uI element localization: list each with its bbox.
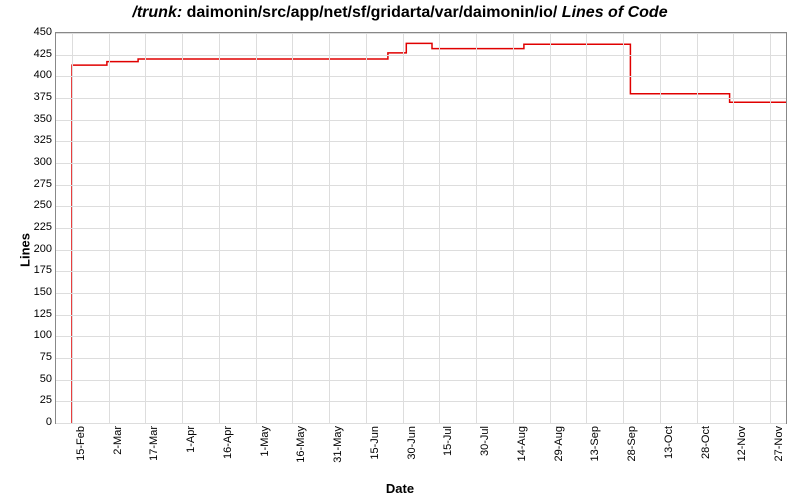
gridline-h — [56, 358, 786, 359]
y-tick-label: 25 — [8, 394, 52, 406]
gridline-v — [403, 33, 404, 423]
y-tick-label: 350 — [8, 113, 52, 125]
gridline-v — [550, 33, 551, 423]
x-tick-label: 1-Apr — [185, 426, 197, 453]
gridline-h — [56, 336, 786, 337]
y-tick-label: 200 — [8, 243, 52, 255]
x-tick-label: 28-Sep — [626, 426, 638, 461]
y-tick-label: 400 — [8, 69, 52, 81]
gridline-h — [56, 206, 786, 207]
title-prefix: /trunk: — [132, 4, 186, 21]
y-tick-label: 75 — [8, 351, 52, 363]
gridline-h — [56, 185, 786, 186]
gridline-v — [660, 33, 661, 423]
gridline-h — [56, 141, 786, 142]
gridline-v — [109, 33, 110, 423]
x-tick-label: 27-Nov — [773, 426, 785, 461]
gridline-h — [56, 55, 786, 56]
series-line — [72, 43, 786, 423]
y-tick-label: 300 — [8, 156, 52, 168]
gridline-v — [733, 33, 734, 423]
gridline-v — [476, 33, 477, 423]
gridline-v — [513, 33, 514, 423]
y-tick-label: 250 — [8, 199, 52, 211]
x-tick-label: 16-Apr — [222, 426, 234, 459]
gridline-h — [56, 271, 786, 272]
gridline-v — [439, 33, 440, 423]
gridline-v — [292, 33, 293, 423]
gridline-h — [56, 98, 786, 99]
y-tick-label: 125 — [8, 308, 52, 320]
gridline-v — [697, 33, 698, 423]
y-tick-label: 450 — [8, 26, 52, 38]
gridline-v — [256, 33, 257, 423]
gridline-v — [329, 33, 330, 423]
chart-title: /trunk: daimonin/src/app/net/sf/gridarta… — [0, 4, 800, 22]
plot-area — [55, 32, 787, 424]
x-tick-label: 29-Aug — [553, 426, 565, 461]
y-tick-label: 425 — [8, 48, 52, 60]
gridline-v — [182, 33, 183, 423]
gridline-v — [366, 33, 367, 423]
y-tick-label: 225 — [8, 221, 52, 233]
x-tick-label: 31-May — [332, 426, 344, 463]
x-tick-label: 13-Oct — [663, 426, 675, 459]
x-tick-label: 15-Jul — [442, 426, 454, 456]
gridline-h — [56, 33, 786, 34]
x-tick-label: 17-Mar — [148, 426, 160, 461]
gridline-v — [586, 33, 587, 423]
y-tick-label: 50 — [8, 373, 52, 385]
gridline-v — [219, 33, 220, 423]
gridline-v — [145, 33, 146, 423]
x-tick-label: 12-Nov — [736, 426, 748, 461]
gridline-v — [770, 33, 771, 423]
gridline-h — [56, 163, 786, 164]
gridline-h — [56, 423, 786, 424]
y-tick-label: 100 — [8, 329, 52, 341]
gridline-h — [56, 401, 786, 402]
gridline-h — [56, 76, 786, 77]
y-tick-label: 375 — [8, 91, 52, 103]
x-tick-label: 14-Aug — [516, 426, 528, 461]
gridline-h — [56, 228, 786, 229]
x-tick-label: 28-Oct — [700, 426, 712, 459]
gridline-v — [72, 33, 73, 423]
x-tick-label: 15-Feb — [75, 426, 87, 461]
title-suffix: Lines of Code — [557, 4, 667, 21]
gridline-v — [623, 33, 624, 423]
y-tick-label: 150 — [8, 286, 52, 298]
gridline-h — [56, 250, 786, 251]
gridline-h — [56, 315, 786, 316]
x-tick-label: 30-Jun — [406, 426, 418, 460]
gridline-h — [56, 120, 786, 121]
loc-chart: /trunk: daimonin/src/app/net/sf/gridarta… — [0, 0, 800, 500]
y-tick-label: 175 — [8, 264, 52, 276]
x-axis-label: Date — [0, 481, 800, 496]
x-tick-label: 16-May — [295, 426, 307, 463]
x-tick-label: 15-Jun — [369, 426, 381, 460]
title-path: daimonin/src/app/net/sf/gridarta/var/dai… — [187, 4, 558, 21]
x-tick-label: 30-Jul — [479, 426, 491, 456]
x-tick-label: 13-Sep — [589, 426, 601, 461]
gridline-h — [56, 380, 786, 381]
x-tick-label: 1-May — [259, 426, 271, 457]
gridline-h — [56, 293, 786, 294]
x-tick-label: 2-Mar — [112, 426, 124, 455]
y-tick-label: 0 — [8, 416, 52, 428]
y-tick-label: 325 — [8, 134, 52, 146]
y-tick-label: 275 — [8, 178, 52, 190]
